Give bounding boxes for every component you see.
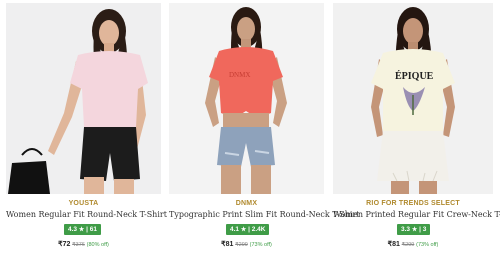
- svg-text:DNMX: DNMX: [229, 71, 250, 79]
- product-image[interactable]: DNMX: [169, 3, 324, 194]
- rating-separator: |: [248, 226, 250, 233]
- product-image[interactable]: [6, 3, 161, 194]
- price-row: ₹72 ₹376 (80% off): [6, 240, 161, 248]
- brand-name: RIO FOR TRENDS SELECT: [366, 200, 460, 207]
- sale-price: ₹81: [221, 241, 234, 248]
- rating-value: 4.1: [230, 226, 240, 233]
- discount-label: (73% off): [249, 242, 272, 248]
- rating-separator: |: [419, 226, 421, 233]
- product-title[interactable]: Typographic Print Slim Fit Round-Neck T-…: [169, 210, 359, 219]
- review-count: 61: [89, 226, 97, 233]
- product-grid: YOUSTA Women Regular Fit Round-Neck T-Sh…: [0, 0, 500, 260]
- product-title[interactable]: Women Printed Regular Fit Crew-Neck T-Sh…: [333, 210, 500, 219]
- sale-price: ₹72: [58, 241, 71, 248]
- star-icon: ★: [78, 227, 85, 233]
- rating-badge: 4.1 ★ | 2.4K: [226, 224, 270, 235]
- rating-value: 4.3: [68, 226, 78, 233]
- brand-name: YOUSTA: [68, 200, 99, 207]
- product-card[interactable]: DNMX DNMX Typographic Print Slim Fit Rou…: [169, 0, 359, 260]
- price-row: ₹81 ₹299 (73% off): [169, 240, 324, 248]
- price-row: ₹81 ₹299 (73% off): [333, 240, 493, 248]
- product-title[interactable]: Women Regular Fit Round-Neck T-Shirt: [6, 210, 167, 219]
- original-price: ₹299: [401, 242, 415, 248]
- discount-label: (73% off): [416, 242, 439, 248]
- original-price: ₹376: [72, 242, 85, 248]
- sale-price: ₹81: [387, 241, 400, 248]
- rating-value: 3.3: [401, 226, 411, 233]
- discount-label: (80% off): [86, 242, 109, 248]
- rating-badge: 4.3 ★ | 61: [64, 224, 101, 235]
- rating-badge: 3.3 ★ | 3: [397, 224, 431, 235]
- product-image[interactable]: ÉPIQUE: [333, 3, 493, 194]
- svg-text:ÉPIQUE: ÉPIQUE: [395, 70, 434, 82]
- brand-name: DNMX: [235, 200, 258, 207]
- product-card[interactable]: ÉPIQUE RIO FOR TRENDS SELECT Women Print…: [333, 0, 500, 260]
- rating-separator: |: [86, 226, 88, 233]
- product-card[interactable]: YOUSTA Women Regular Fit Round-Neck T-Sh…: [6, 0, 167, 260]
- review-count: 3: [422, 226, 427, 233]
- star-icon: ★: [240, 227, 247, 233]
- review-count: 2.4K: [251, 226, 266, 233]
- star-icon: ★: [411, 227, 418, 233]
- original-price: ₹299: [235, 242, 248, 248]
